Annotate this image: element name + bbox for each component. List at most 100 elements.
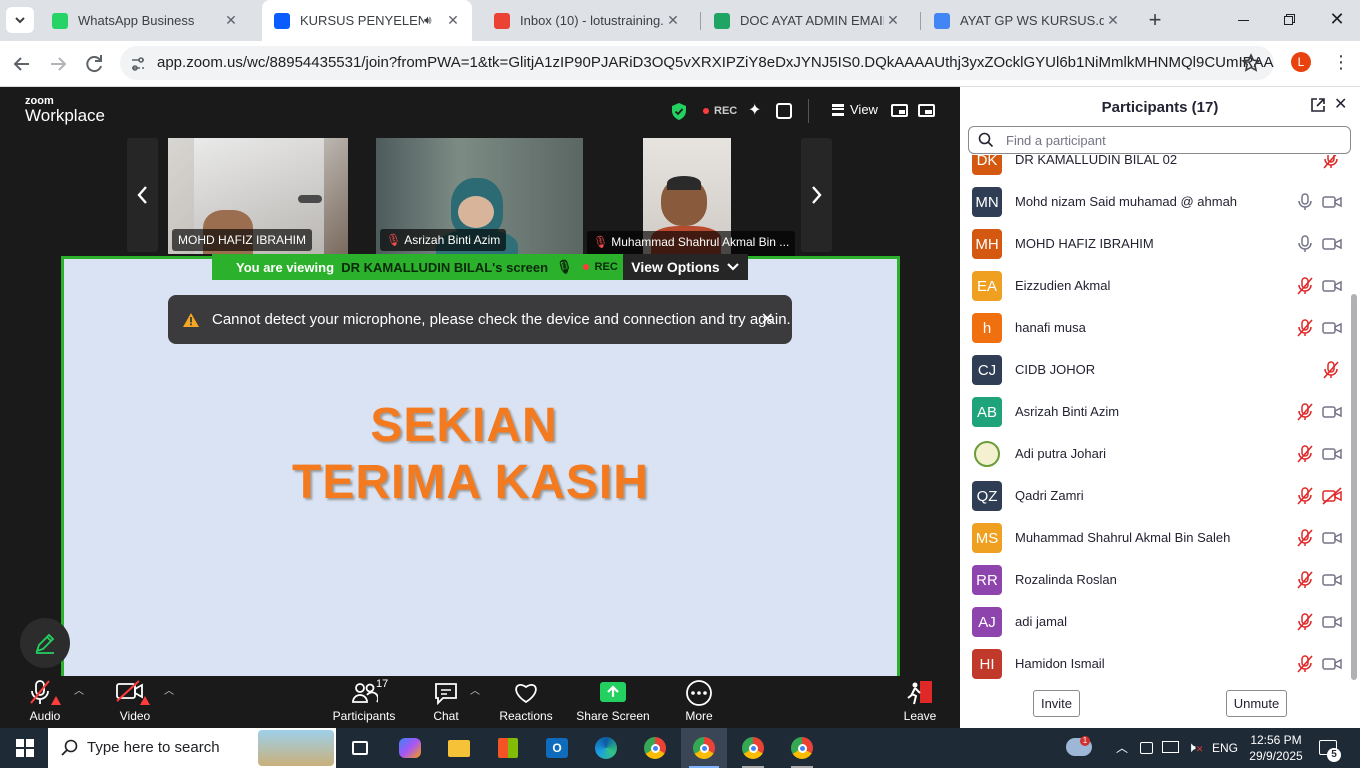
annotate-button[interactable] — [20, 618, 70, 668]
ai-sparkle-icon[interactable]: ✦ — [748, 102, 765, 119]
chat-button[interactable]: Chat — [421, 676, 471, 726]
participants-label: Participants — [332, 709, 396, 723]
browser-tab[interactable]: AYAT GP WS KURSUS.docx -✕ — [922, 0, 1132, 41]
audio-options-chevron-icon[interactable]: ︿ — [74, 682, 84, 697]
clock[interactable]: 12:56 PM 29/9/2025 — [1248, 732, 1304, 764]
show-hidden-icons-chevron-icon[interactable]: ︿ — [1116, 739, 1128, 756]
participant-row[interactable]: DK DR KAMALLUDIN BILAL 02 — [960, 155, 1350, 181]
minimize-video-icon[interactable] — [918, 104, 935, 117]
participant-row[interactable]: QZ Qadri Zamri — [960, 475, 1350, 517]
more-button[interactable]: More — [674, 676, 724, 726]
view-button[interactable]: View — [832, 102, 878, 117]
bookmark-star-icon[interactable] — [1241, 53, 1261, 73]
share-screen-icon — [600, 682, 626, 702]
participants-button[interactable]: 17 Participants — [328, 676, 400, 726]
profile-avatar[interactable]: L — [1291, 52, 1311, 72]
video-thumbnail[interactable]: 🎙︎ Asrizah Binti Azim — [376, 138, 583, 254]
forward-button[interactable] — [46, 52, 70, 76]
browser-tab[interactable]: KURSUS PENYELENGGAR🔊︎ ✕ — [262, 0, 472, 41]
thumbnail-name-text: Asrizah Binti Azim — [404, 233, 501, 247]
chat-options-chevron-icon[interactable]: ︿ — [470, 682, 480, 697]
toast-close-icon[interactable]: ✕ — [761, 309, 774, 329]
recording-indicator[interactable]: REC — [703, 105, 737, 117]
tab-close-icon[interactable]: ✕ — [1104, 12, 1122, 29]
participant-row[interactable]: RR Rozalinda Roslan — [960, 559, 1350, 601]
taskbar-search-placeholder: Type here to search — [87, 739, 220, 756]
meet-now-icon[interactable] — [1140, 742, 1153, 754]
browser-tab[interactable]: WhatsApp Business ✕ — [40, 0, 250, 41]
tab-search-button[interactable] — [6, 7, 34, 33]
participant-row[interactable]: MN Mohd nizam Said muhamad @ ahmah — [960, 181, 1350, 223]
tab-close-icon[interactable]: ✕ — [222, 12, 240, 29]
unmute-button[interactable]: Unmute — [1226, 690, 1287, 717]
thumbnail-prev-button[interactable] — [127, 138, 158, 252]
popout-icon[interactable] — [1310, 97, 1326, 113]
browser-menu-icon[interactable]: ⋮ — [1332, 53, 1350, 73]
back-button[interactable] — [10, 52, 34, 76]
participant-list-scrollbar[interactable] — [1351, 294, 1357, 680]
participant-row[interactable]: AJ adi jamal — [960, 601, 1350, 643]
tab-separator — [700, 12, 701, 30]
chrome-profile-2-icon[interactable] — [730, 728, 776, 768]
invite-button[interactable]: Invite — [1033, 690, 1080, 717]
leave-button[interactable]: Leave — [897, 676, 943, 726]
picture-in-picture-icon[interactable] — [891, 104, 908, 117]
view-options-button[interactable]: View Options — [623, 254, 748, 280]
encryption-shield-icon[interactable] — [671, 103, 687, 120]
browser-tab[interactable]: Inbox (10) - lotustraining.my✕ — [482, 0, 692, 41]
video-button[interactable]: Video — [110, 676, 160, 726]
start-button[interactable] — [2, 728, 48, 768]
restore-button[interactable] — [1283, 12, 1299, 28]
copilot-icon[interactable] — [387, 728, 433, 768]
chrome-profile-3-icon[interactable] — [779, 728, 825, 768]
find-participant-placeholder: Find a participant — [1006, 133, 1106, 148]
url-field[interactable]: app.zoom.us/wc/88954435531/join?fromPWA=… — [120, 46, 1274, 80]
minimize-button[interactable] — [1234, 12, 1254, 28]
site-info-icon[interactable] — [130, 56, 146, 72]
reload-button[interactable] — [82, 52, 106, 76]
network-icon[interactable] — [1162, 741, 1179, 753]
tab-close-icon[interactable]: ✕ — [884, 12, 902, 29]
chrome-profile-active-icon[interactable] — [681, 728, 727, 768]
video-thumbnail[interactable]: MOHD HAFIZ IBRAHIM — [168, 138, 348, 254]
apps-icon[interactable] — [776, 103, 792, 119]
share-screen-button[interactable]: Share Screen — [574, 676, 652, 726]
reactions-button[interactable]: Reactions — [495, 676, 557, 726]
microsoft-store-icon[interactable] — [485, 728, 531, 768]
chrome-icon[interactable] — [632, 728, 678, 768]
participant-row[interactable]: h hanafi musa — [960, 307, 1350, 349]
close-panel-icon[interactable]: ✕ — [1334, 97, 1350, 113]
volume-muted-icon[interactable]: 🕨✕ — [1187, 739, 1203, 756]
close-window-button[interactable]: ✕ — [1328, 10, 1346, 28]
participant-row[interactable]: AB Asrizah Binti Azim — [960, 391, 1350, 433]
tab-close-icon[interactable]: ✕ — [664, 12, 682, 29]
warning-icon — [183, 312, 199, 327]
tab-separator — [920, 12, 921, 30]
record-dot-icon — [703, 108, 709, 114]
thumbnail-next-button[interactable] — [801, 138, 832, 252]
audio-button[interactable]: Audio — [20, 676, 70, 726]
participant-row[interactable]: MS Muhammad Shahrul Akmal Bin Saleh — [960, 517, 1350, 559]
browser-tab[interactable]: DOC AYAT ADMIN EMAIL&W✕ — [702, 0, 912, 41]
outlook-icon[interactable]: O — [534, 728, 580, 768]
taskbar-search-box[interactable]: Type here to search — [48, 728, 336, 768]
file-explorer-icon[interactable] — [436, 728, 482, 768]
participant-row[interactable]: HI Hamidon Ismail — [960, 643, 1350, 681]
chat-label: Chat — [433, 709, 459, 723]
speaker-icon[interactable]: 🔊︎ — [424, 13, 440, 28]
video-options-chevron-icon[interactable]: ︿ — [164, 682, 174, 697]
participant-row[interactable]: EA Eizzudien Akmal — [960, 265, 1350, 307]
participant-name: Muhammad Shahrul Akmal Bin Saleh — [1015, 530, 1231, 545]
find-participant-input[interactable]: Find a participant — [968, 126, 1351, 154]
task-view-icon[interactable] — [337, 728, 383, 768]
participant-name: CIDB JOHOR — [1015, 362, 1096, 377]
participant-row[interactable]: MH MOHD HAFIZ IBRAHIM — [960, 223, 1350, 265]
new-tab-button[interactable]: + — [1143, 9, 1167, 33]
participant-row[interactable]: Adi putra Johari — [960, 433, 1350, 475]
edge-icon[interactable] — [583, 728, 629, 768]
participant-avatar: MH — [972, 229, 1002, 259]
tab-close-icon[interactable]: ✕ — [444, 12, 462, 29]
clock-date: 29/9/2025 — [1249, 749, 1303, 763]
language-indicator[interactable]: ENG — [1212, 741, 1238, 755]
participant-row[interactable]: CJ CIDB JOHOR — [960, 349, 1350, 391]
